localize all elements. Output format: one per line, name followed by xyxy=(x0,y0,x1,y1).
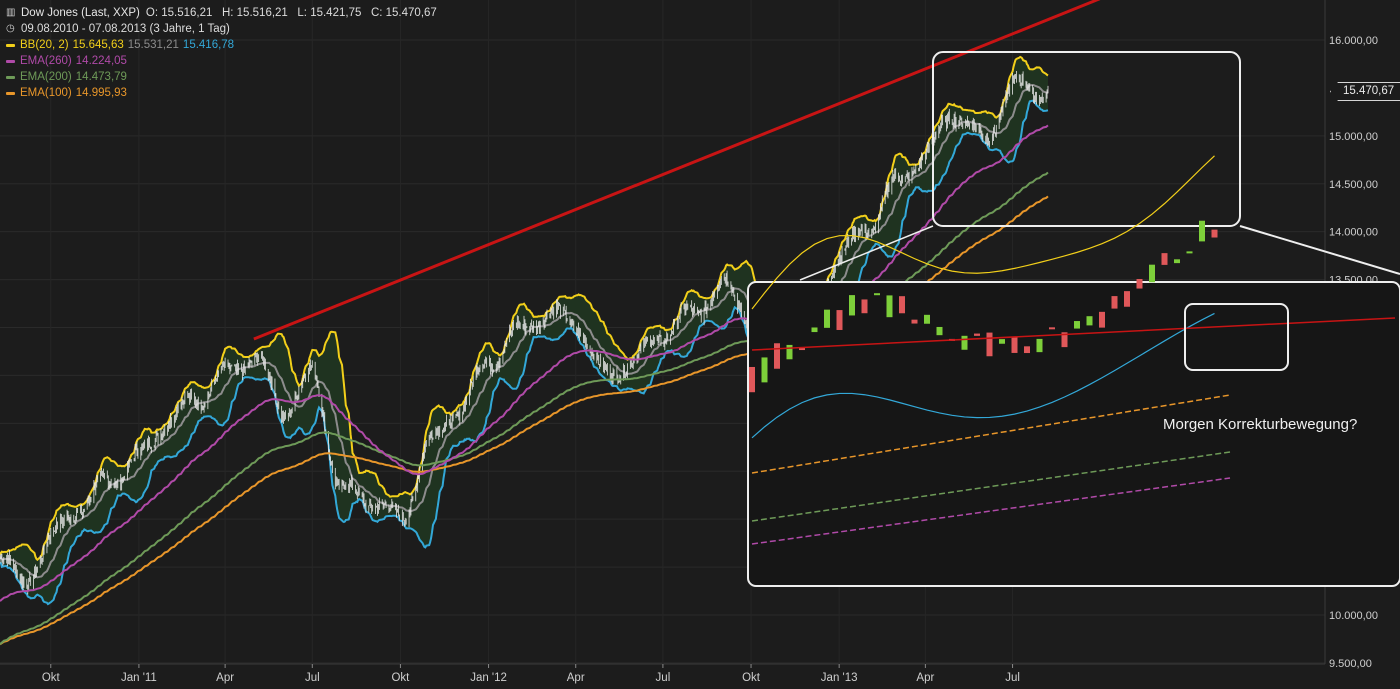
annotation-boxes xyxy=(747,51,1400,587)
inset-candle xyxy=(986,332,993,357)
inset-candle xyxy=(1049,327,1055,330)
clock-icon: ◷ xyxy=(6,23,15,34)
inset-candle xyxy=(911,319,918,324)
inset-candle xyxy=(1124,291,1130,307)
y-tick-label: 9.500,00 xyxy=(1329,658,1372,670)
inset-candle xyxy=(1149,264,1155,283)
inset-zoom-panel xyxy=(747,155,1400,587)
legend-range-row: ◷ 09.08.2010 - 07.08.2013 (3 Jahre, 1 Ta… xyxy=(6,21,437,37)
y-tick-label: 14.500,00 xyxy=(1329,179,1378,191)
y-tick-label: 16.000,00 xyxy=(1329,35,1378,47)
x-tick-label: Apr xyxy=(916,672,934,684)
inset-candle xyxy=(786,344,793,360)
inset-candle xyxy=(936,326,943,336)
legend-bb[interactable]: BB(20, 2) 15.645,63 15.531,21 15.416,78 xyxy=(6,37,437,53)
legend-value-mid: 15.531,21 xyxy=(127,39,179,51)
x-tick-label: Jan '13 xyxy=(821,672,858,684)
legend-ema100[interactable]: EMA(100) 14.995,93 xyxy=(6,85,437,101)
inset-candle xyxy=(874,293,880,296)
inset-candle xyxy=(1024,346,1030,354)
inset-candle xyxy=(1074,321,1080,329)
x-tick-label: Apr xyxy=(216,672,234,684)
inset-candle xyxy=(824,309,830,328)
legend-swatch xyxy=(6,75,15,79)
legend-label: EMA(200) xyxy=(20,71,72,83)
inset-candle xyxy=(1111,296,1118,309)
legend-value: 15.645,63 xyxy=(72,39,124,51)
inset-candle xyxy=(1211,229,1218,238)
chart-title: Dow Jones (Last, XXP) xyxy=(21,7,140,19)
last-price-label: 15.470,67 xyxy=(1330,82,1400,101)
inset-candle xyxy=(1036,338,1043,353)
inset-candle xyxy=(1099,311,1105,328)
x-tick-label: Okt xyxy=(742,672,761,684)
chart-legend: ▥ Dow Jones (Last, XXP) O: 15.516,21 H: … xyxy=(6,5,437,101)
x-tick-label: Jul xyxy=(305,672,320,684)
inset-candle xyxy=(1011,336,1018,353)
legend-title-row: ▥ Dow Jones (Last, XXP) O: 15.516,21 H: … xyxy=(6,5,437,21)
y-tick-label: 10.000,00 xyxy=(1329,610,1378,622)
price-chart[interactable]: 9.500,0010.000,0010.500,0011.000,0011.50… xyxy=(0,0,1400,689)
inset-candle xyxy=(1136,278,1143,289)
legend-value: 14.224,05 xyxy=(75,55,127,67)
highlight-box xyxy=(932,51,1241,227)
inset-candle xyxy=(1161,253,1168,265)
inset-candle xyxy=(974,333,980,336)
legend-swatch xyxy=(6,59,15,63)
inset-candle xyxy=(924,314,930,324)
legend-value-low: 15.416,78 xyxy=(182,39,235,51)
legend-label: EMA(260) xyxy=(20,55,72,67)
x-tick-label: Apr xyxy=(567,672,585,684)
inset-candle xyxy=(761,357,768,383)
inset-candle xyxy=(886,295,893,318)
inset-candle xyxy=(1186,251,1193,254)
inset-candle xyxy=(849,295,855,316)
inset-candle xyxy=(999,339,1005,344)
inset-candle xyxy=(774,343,780,369)
date-range: 09.08.2010 - 07.08.2013 (3 Jahre, 1 Tag) xyxy=(21,23,230,35)
x-tick-label: Okt xyxy=(42,672,61,684)
legend-value: 14.473,79 xyxy=(75,71,127,83)
x-tick-label: Okt xyxy=(391,672,410,684)
y-tick-label: 14.000,00 xyxy=(1329,227,1378,239)
legend-label: EMA(100) xyxy=(20,87,72,99)
x-tick-label: Jul xyxy=(1005,672,1020,684)
inset-candle xyxy=(836,310,843,330)
chart-type-icon: ▥ xyxy=(6,7,16,18)
x-tick-label: Jan '11 xyxy=(121,672,157,684)
inset-candle xyxy=(899,296,905,314)
x-tick-label: Jan '12 xyxy=(470,672,507,684)
legend-ema200[interactable]: EMA(200) 14.473,79 xyxy=(6,69,437,85)
inset-candle xyxy=(861,299,868,314)
legend-swatch xyxy=(6,91,15,95)
inset-candle xyxy=(1199,220,1205,242)
inset-candle xyxy=(1086,316,1093,326)
legend-swatch xyxy=(6,43,15,47)
legend-ema260[interactable]: EMA(260) 14.224,05 xyxy=(6,53,437,69)
ohlc-values: O: 15.516,21 H: 15.516,21 L: 15.421,75 C… xyxy=(145,7,437,19)
inset-candle xyxy=(811,327,818,333)
y-tick-label: 15.000,00 xyxy=(1329,131,1378,143)
inset-candle xyxy=(749,366,755,393)
legend-label: BB(20, 2) xyxy=(20,39,69,51)
x-tick-label: Jul xyxy=(656,672,671,684)
inset-candle xyxy=(1174,259,1180,264)
inset-candle xyxy=(961,335,968,350)
annotation-text: Morgen Korrekturbewegung? xyxy=(1163,416,1358,433)
legend-value: 14.995,93 xyxy=(75,87,127,99)
